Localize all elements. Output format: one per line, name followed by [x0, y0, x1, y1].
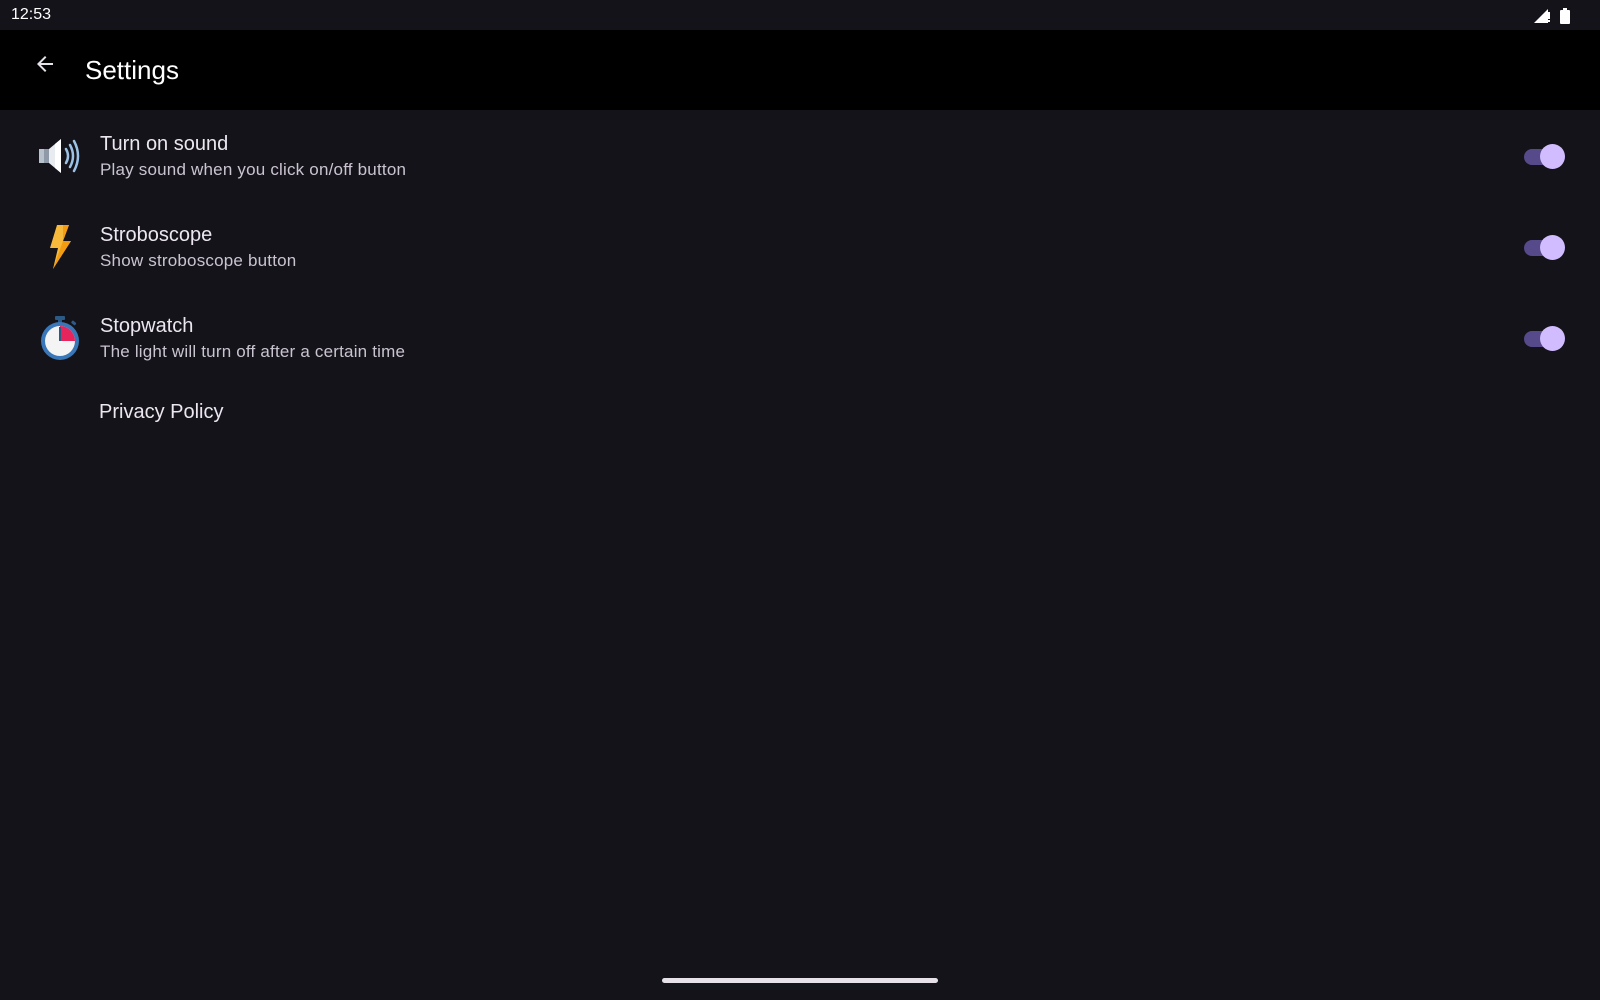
- back-button[interactable]: [25, 46, 65, 86]
- switch-thumb: [1540, 144, 1565, 169]
- setting-row-stopwatch[interactable]: Stopwatch The light will turn off after …: [0, 292, 1600, 383]
- speaker-icon: [36, 132, 84, 180]
- sound-toggle[interactable]: [1524, 144, 1566, 169]
- privacy-policy-link[interactable]: Privacy Policy: [99, 401, 223, 424]
- status-time: 12:53: [11, 6, 52, 23]
- setting-title: Stroboscope: [100, 224, 213, 246]
- setting-subtitle: Play sound when you click on/off button: [100, 160, 407, 179]
- setting-text: Stroboscope Show stroboscope button: [100, 223, 296, 273]
- battery-icon: [1560, 8, 1570, 29]
- switch-thumb: [1540, 235, 1565, 260]
- switch-thumb: [1540, 326, 1565, 351]
- setting-text: Stopwatch The light will turn off after …: [100, 314, 405, 364]
- setting-text: Turn on sound Play sound when you click …: [100, 132, 406, 182]
- signal-icon: [1534, 9, 1550, 28]
- lightning-bolt-icon: [36, 223, 84, 271]
- stopwatch-icon: [36, 314, 84, 362]
- app-bar: Settings: [0, 30, 1600, 110]
- setting-title: Stopwatch: [100, 315, 194, 337]
- setting-title: Turn on sound: [100, 133, 229, 155]
- setting-subtitle: Show stroboscope button: [100, 251, 297, 270]
- page-title: Settings: [85, 55, 179, 85]
- setting-row-stroboscope[interactable]: Stroboscope Show stroboscope button: [0, 201, 1600, 292]
- stroboscope-toggle[interactable]: [1524, 235, 1566, 260]
- home-indicator[interactable]: [662, 978, 938, 983]
- setting-row-sound[interactable]: Turn on sound Play sound when you click …: [0, 110, 1600, 201]
- status-bar: 12:53: [0, 0, 1600, 30]
- setting-subtitle: The light will turn off after a certain …: [100, 342, 406, 361]
- settings-list: Turn on sound Play sound when you click …: [0, 110, 1600, 383]
- stopwatch-toggle[interactable]: [1524, 326, 1566, 351]
- status-icons: [1534, 8, 1570, 29]
- arrow-back-icon: [33, 52, 57, 81]
